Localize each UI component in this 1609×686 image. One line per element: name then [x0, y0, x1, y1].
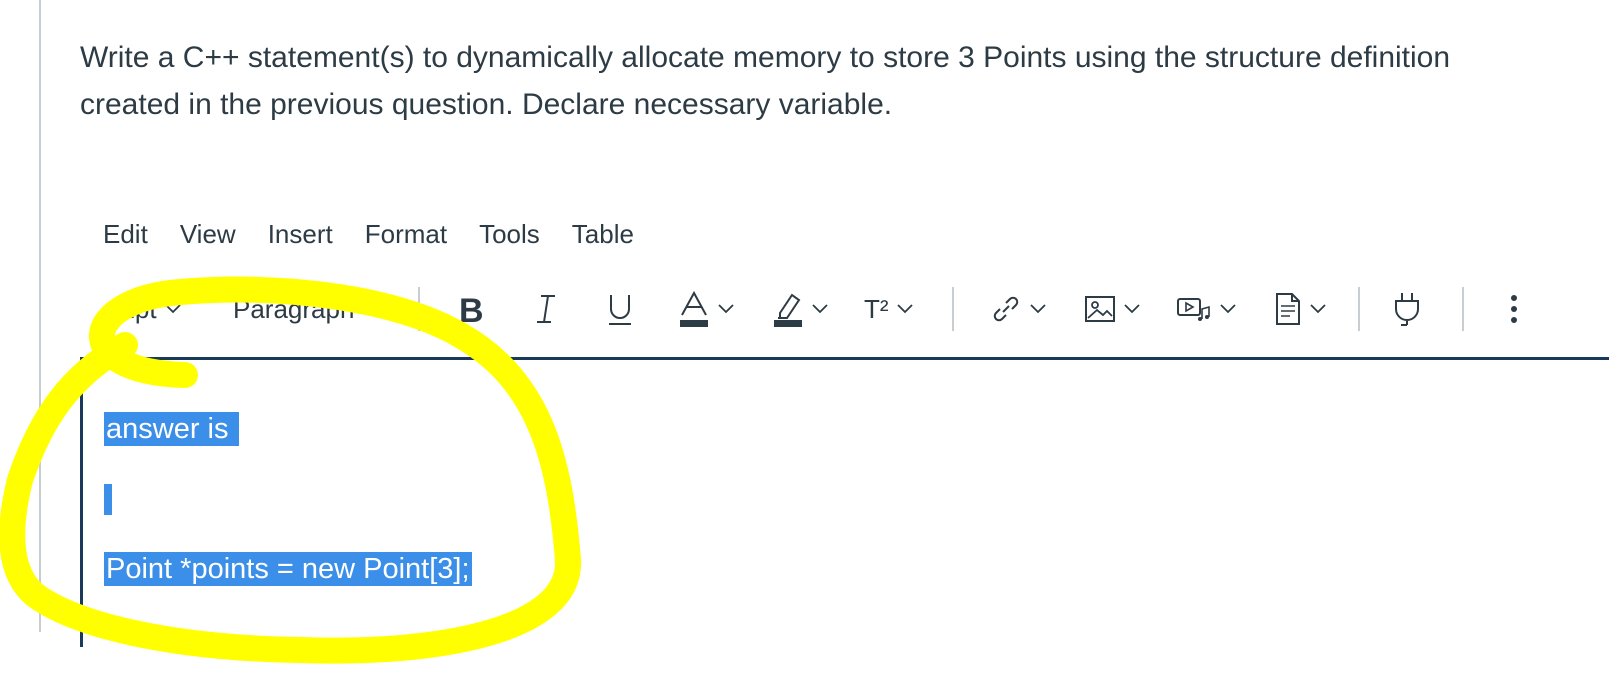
- plugin-icon: [1395, 293, 1419, 326]
- link-icon: [993, 296, 1019, 322]
- toolbar-divider: [1358, 287, 1360, 331]
- rich-text-editor[interactable]: [80, 357, 1609, 647]
- underline-button[interactable]: [606, 285, 634, 333]
- editor-toolbar: 12pt Paragraph B T²: [80, 285, 1609, 333]
- italic-icon: [537, 295, 555, 323]
- highlight-color-button[interactable]: [772, 285, 828, 333]
- highlight-icon: [774, 293, 802, 327]
- text-color-icon: [680, 290, 708, 327]
- image-icon: [1085, 296, 1115, 322]
- more-options-icon: [1511, 295, 1517, 323]
- document-button[interactable]: [1274, 285, 1326, 333]
- block-format-value: Paragraph: [233, 293, 355, 324]
- chevron-down-icon: [1310, 304, 1326, 314]
- italic-button[interactable]: [534, 285, 558, 333]
- toolbar-divider: [418, 287, 420, 331]
- link-button[interactable]: [990, 285, 1046, 333]
- menu-table[interactable]: Table: [572, 214, 634, 254]
- chevron-down-icon: [164, 304, 181, 314]
- chevron-down-icon: [812, 304, 828, 314]
- menu-edit[interactable]: Edit: [103, 214, 148, 254]
- editor-menubar: Edit View Insert Format Tools Table: [103, 214, 666, 254]
- more-options-button[interactable]: [1508, 285, 1520, 333]
- chevron-down-icon: [362, 304, 379, 314]
- editor-line-1[interactable]: answer is: [104, 412, 239, 446]
- font-size-value: 12pt: [106, 293, 157, 324]
- menu-format[interactable]: Format: [365, 214, 447, 254]
- superscript-icon: T²: [864, 293, 889, 324]
- apps-plugin-button[interactable]: [1392, 285, 1422, 333]
- text-color-button[interactable]: [678, 285, 734, 333]
- image-button[interactable]: [1084, 285, 1140, 333]
- chevron-down-icon: [718, 304, 734, 314]
- media-button[interactable]: [1176, 285, 1236, 333]
- toolbar-divider: [952, 287, 954, 331]
- document-icon: [1276, 293, 1300, 325]
- menu-view[interactable]: View: [180, 214, 236, 254]
- svg-text:B: B: [459, 292, 484, 326]
- superscript-button[interactable]: T²: [864, 285, 913, 333]
- chevron-down-icon: [896, 304, 913, 314]
- chevron-down-icon: [1124, 304, 1140, 314]
- question-text: Write a C++ statement(s) to dynamically …: [80, 41, 1451, 121]
- underline-icon: [609, 295, 631, 325]
- bold-icon: B: [459, 292, 484, 326]
- editor-line-3[interactable]: Point *points = new Point[3];: [104, 552, 472, 586]
- menu-insert[interactable]: Insert: [268, 214, 333, 254]
- bold-button[interactable]: B: [458, 285, 488, 333]
- block-format-dropdown[interactable]: Paragraph: [233, 285, 379, 333]
- chevron-down-icon: [1030, 304, 1046, 314]
- media-icon: [1177, 298, 1210, 321]
- editor-line-2-selection[interactable]: [104, 484, 112, 515]
- left-border-rule: [39, 0, 41, 632]
- toolbar-divider: [1462, 287, 1464, 331]
- menu-tools[interactable]: Tools: [479, 214, 540, 254]
- font-size-dropdown[interactable]: 12pt: [106, 285, 181, 333]
- chevron-down-icon: [1220, 304, 1236, 314]
